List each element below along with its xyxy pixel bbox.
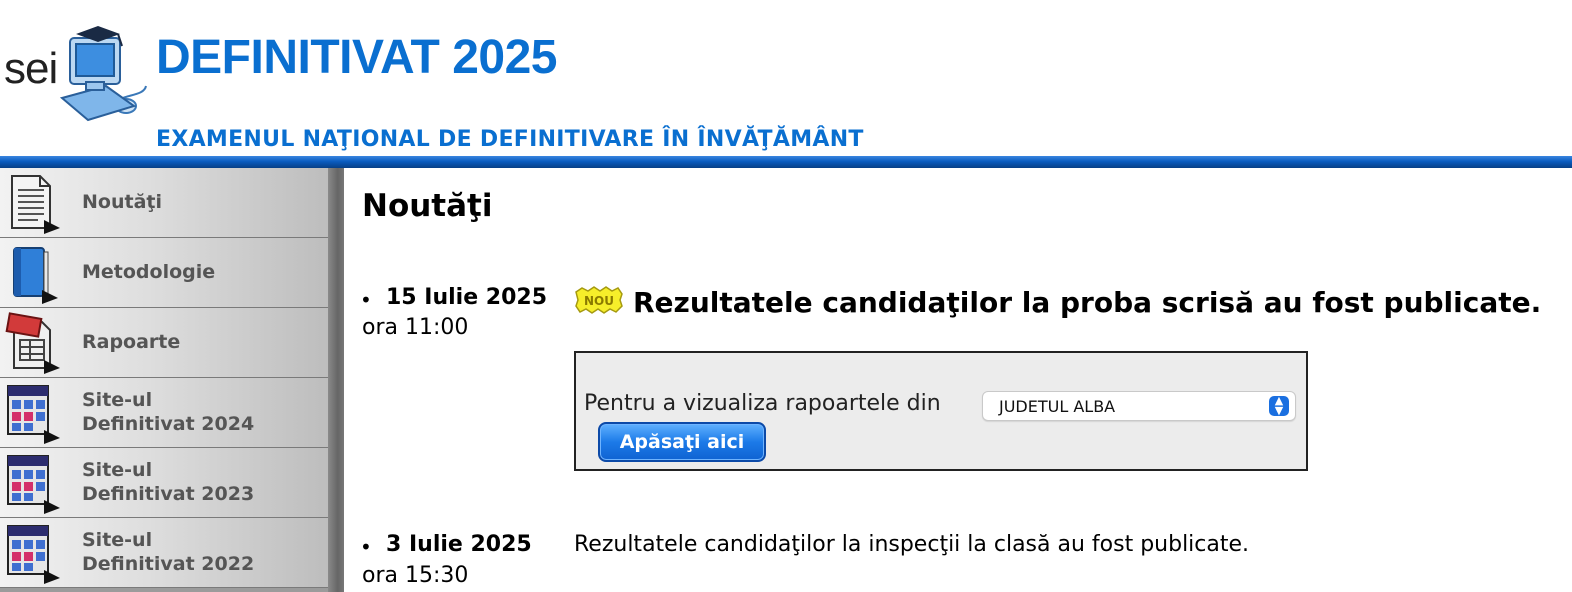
bullet-icon: •: [360, 535, 372, 559]
computer-logo-icon: [59, 26, 147, 122]
county-select[interactable]: JUDETUL ALBA ▲ ▼: [982, 391, 1296, 421]
bullet-icon: •: [360, 288, 372, 312]
new-badge-icon: NOU: [575, 286, 623, 314]
view-reports-button[interactable]: Apăsaţi aici: [598, 422, 766, 462]
sidebar-item-label-line1: Site-ul: [82, 389, 153, 411]
main-content: Noutăţi • 15 Iulie 2025 ora 11:00 NOU Re…: [344, 168, 1572, 592]
sidebar-item-metodologie[interactable]: Metodologie: [0, 238, 328, 308]
document-icon: [11, 175, 60, 234]
sidebar-item-label: Noutăţi: [82, 191, 162, 213]
sidebar-item-label: Site-ul Definitivat 2023: [82, 458, 254, 506]
sidebar-item-label: Site-ul Definitivat 2024: [82, 388, 254, 436]
sidebar-item-label: Site-ul Definitivat 2022: [82, 528, 254, 576]
site-header: sei DEFINITIVAT 2025 EXAMENUL NAŢIONAL D…: [0, 0, 1572, 156]
news-date: 15 Iulie 2025: [386, 285, 548, 310]
news-time: ora 15:30: [362, 563, 469, 588]
sidebar-item-label: Metodologie: [82, 261, 216, 283]
news-time: ora 11:00: [362, 315, 469, 340]
report-prompt: Pentru a vizualiza rapoartele din: [584, 391, 941, 416]
site-archive-icon: [7, 455, 60, 514]
sidebar-item-rapoarte[interactable]: Rapoarte: [0, 308, 328, 378]
news-headline: Rezultatele candidaţilor la proba scrisă…: [633, 286, 1542, 319]
sidebar-item-site-2024[interactable]: Site-ul Definitivat 2024: [0, 378, 328, 448]
select-arrows-icon: ▲ ▼: [1269, 395, 1289, 416]
sidebar-item-label-line1: Site-ul: [82, 529, 153, 551]
news-headline: Rezultatele candidaţilor la inspecţii la…: [574, 532, 1250, 557]
county-select-value: JUDETUL ALBA: [999, 397, 1116, 416]
book-icon: [13, 247, 58, 304]
new-badge-text: NOU: [584, 294, 614, 308]
sidebar: Noutăţi Metodologie Rapoarte Site-ul Def…: [0, 168, 344, 592]
sidebar-item-label-line1: Site-ul: [82, 459, 153, 481]
site-title: DEFINITIVAT 2025: [156, 31, 557, 84]
sidebar-edge: [328, 168, 344, 592]
site-subtitle: EXAMENUL NAŢIONAL DE DEFINITIVARE ÎN ÎNV…: [156, 127, 864, 152]
sidebar-item-label-line2: Definitivat 2022: [82, 553, 255, 575]
sidebar-item-label: Rapoarte: [82, 331, 181, 353]
sidebar-item-label-line2: Definitivat 2024: [82, 413, 255, 435]
header-divider-bar: [0, 156, 1572, 168]
page-title: Noutăţi: [362, 188, 493, 224]
report-icon: [5, 312, 60, 374]
sidebar-item-label-line2: Definitivat 2023: [82, 483, 255, 505]
site-archive-icon: [7, 525, 60, 584]
sidebar-item-noutati[interactable]: Noutăţi: [0, 168, 328, 238]
report-selector-box: Pentru a vizualiza rapoartele din JUDETU…: [574, 351, 1308, 471]
site-archive-icon: [7, 385, 60, 444]
news-date: 3 Iulie 2025: [386, 532, 532, 557]
sidebar-item-site-2023[interactable]: Site-ul Definitivat 2023: [0, 448, 328, 518]
logo-text: sei: [4, 44, 58, 93]
sidebar-item-site-2022[interactable]: Site-ul Definitivat 2022: [0, 518, 328, 588]
